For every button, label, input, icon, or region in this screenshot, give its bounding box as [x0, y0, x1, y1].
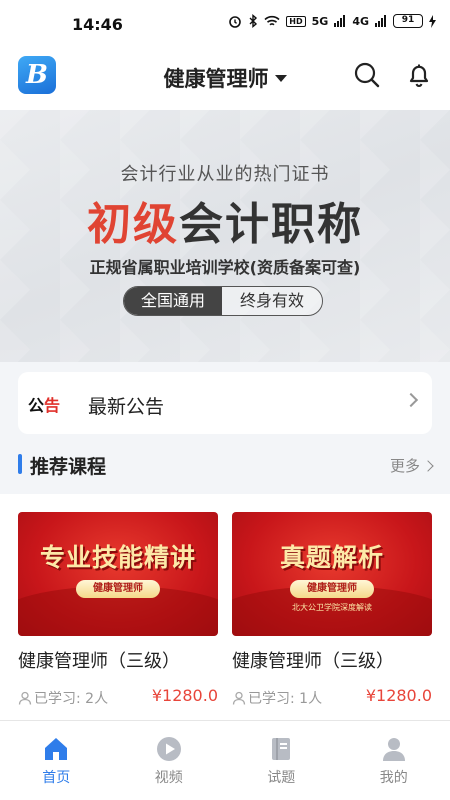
search-icon	[354, 62, 380, 88]
promo-banner[interactable]: 会计行业从业的热门证书 初级会计职称 正规省属职业培训学校(资质备案可查) 全国…	[0, 110, 450, 362]
tab-label: 我的	[379, 770, 408, 786]
notice-text: 最新公告	[88, 396, 165, 418]
notice-row[interactable]: 公告 最新公告	[18, 372, 432, 434]
banner-tags: 全国通用 终身有效	[123, 286, 323, 316]
bell-icon	[409, 64, 429, 88]
course-name: 健康管理师（三级）	[18, 651, 180, 672]
banner-description: 正规省属职业培训学校(资质备案可查)	[89, 258, 361, 277]
notice-logo-part2: 告	[44, 396, 61, 415]
signal-4g-indicator: 4G	[352, 14, 369, 28]
tab-exam[interactable]: 试题	[225, 721, 338, 800]
home-icon	[45, 738, 68, 760]
signal-bars-icon	[375, 15, 386, 27]
charging-icon	[429, 14, 436, 28]
hd-badge: HD	[286, 15, 306, 27]
signal-5g-indicator: 5G	[311, 14, 329, 28]
tab-label: 试题	[267, 770, 296, 786]
course-price: ¥1280.0	[365, 686, 432, 705]
course-card[interactable]: 真题解析 健康管理师 北大公卫学院深度解读 健康管理师（三级） 已学习: 1人 …	[232, 512, 432, 722]
learned-label: 已学习: 1人	[248, 691, 323, 707]
course-price: ¥1280.0	[151, 686, 218, 705]
course-list: 专业技能精讲 健康管理师 健康管理师（三级） 已学习: 2人 ¥1280.0 真…	[0, 494, 450, 720]
thumbnail-pill: 健康管理师	[76, 580, 160, 598]
thumbnail-title: 专业技能精讲	[39, 543, 196, 572]
chevron-right-icon	[422, 459, 434, 472]
course-category-selector[interactable]: 健康管理师	[164, 63, 287, 93]
course-name: 健康管理师（三级）	[232, 651, 394, 672]
section-accent-bar	[18, 454, 22, 474]
thumbnail-pill: 健康管理师	[290, 580, 374, 598]
tab-label: 首页	[42, 770, 71, 786]
tab-profile[interactable]: 我的	[338, 721, 450, 800]
notification-button[interactable]	[404, 60, 434, 90]
status-time: 14:46	[72, 15, 123, 34]
tab-label: 视频	[154, 770, 183, 786]
status-icons: HD 5G 4G 91	[228, 14, 436, 28]
banner-tag-secondary: 终身有效	[222, 287, 322, 315]
person-icon	[18, 691, 32, 705]
recommended-section-header: 推荐课程 更多	[0, 440, 450, 494]
top-nav: B 健康管理师	[0, 52, 450, 110]
signal-bars-icon	[334, 15, 346, 27]
course-thumbnail: 真题解析 健康管理师 北大公卫学院深度解读	[232, 512, 432, 636]
course-thumbnail: 专业技能精讲 健康管理师	[18, 512, 218, 636]
banner-title-highlight: 初级	[87, 199, 179, 250]
thumbnail-note: 北大公卫学院深度解读	[292, 603, 372, 612]
course-learned-count: 已学习: 1人	[232, 688, 322, 708]
page-title: 健康管理师	[163, 67, 269, 91]
alarm-icon	[229, 16, 242, 28]
notice-logo: 公告	[28, 392, 60, 416]
person-icon	[232, 691, 246, 705]
tab-home[interactable]: 首页	[0, 721, 113, 800]
learned-label: 已学习: 2人	[34, 691, 109, 707]
bluetooth-icon	[249, 14, 258, 28]
more-link[interactable]: 更多	[389, 455, 434, 476]
video-play-icon	[156, 737, 181, 761]
exam-book-icon	[272, 738, 291, 760]
chevron-right-icon	[403, 392, 419, 408]
title-row: 健康管理师	[0, 63, 450, 93]
battery-indicator: 91	[393, 14, 423, 28]
caret-down-icon	[274, 74, 287, 82]
search-button[interactable]	[352, 60, 382, 90]
section-title: 推荐课程	[30, 456, 107, 478]
status-bar: 14:46 HD 5G 4G 91	[0, 0, 450, 52]
banner-subtitle: 会计行业从业的热门证书	[120, 164, 330, 185]
banner-tag-primary: 全国通用	[124, 287, 222, 315]
notice-logo-part1: 公	[28, 396, 45, 415]
tab-video[interactable]: 视频	[113, 721, 226, 800]
bottom-tab-bar: 首页 视频 试题 我的	[0, 720, 450, 800]
course-learned-count: 已学习: 2人	[18, 688, 108, 708]
thumbnail-title: 真题解析	[279, 543, 384, 572]
more-label: 更多	[389, 457, 420, 475]
profile-icon	[382, 738, 405, 761]
banner-title-main: 会计职称	[179, 199, 363, 250]
wifi-icon	[264, 15, 280, 25]
course-card[interactable]: 专业技能精讲 健康管理师 健康管理师（三级） 已学习: 2人 ¥1280.0	[18, 512, 218, 722]
banner-title: 初级会计职称	[0, 188, 450, 252]
